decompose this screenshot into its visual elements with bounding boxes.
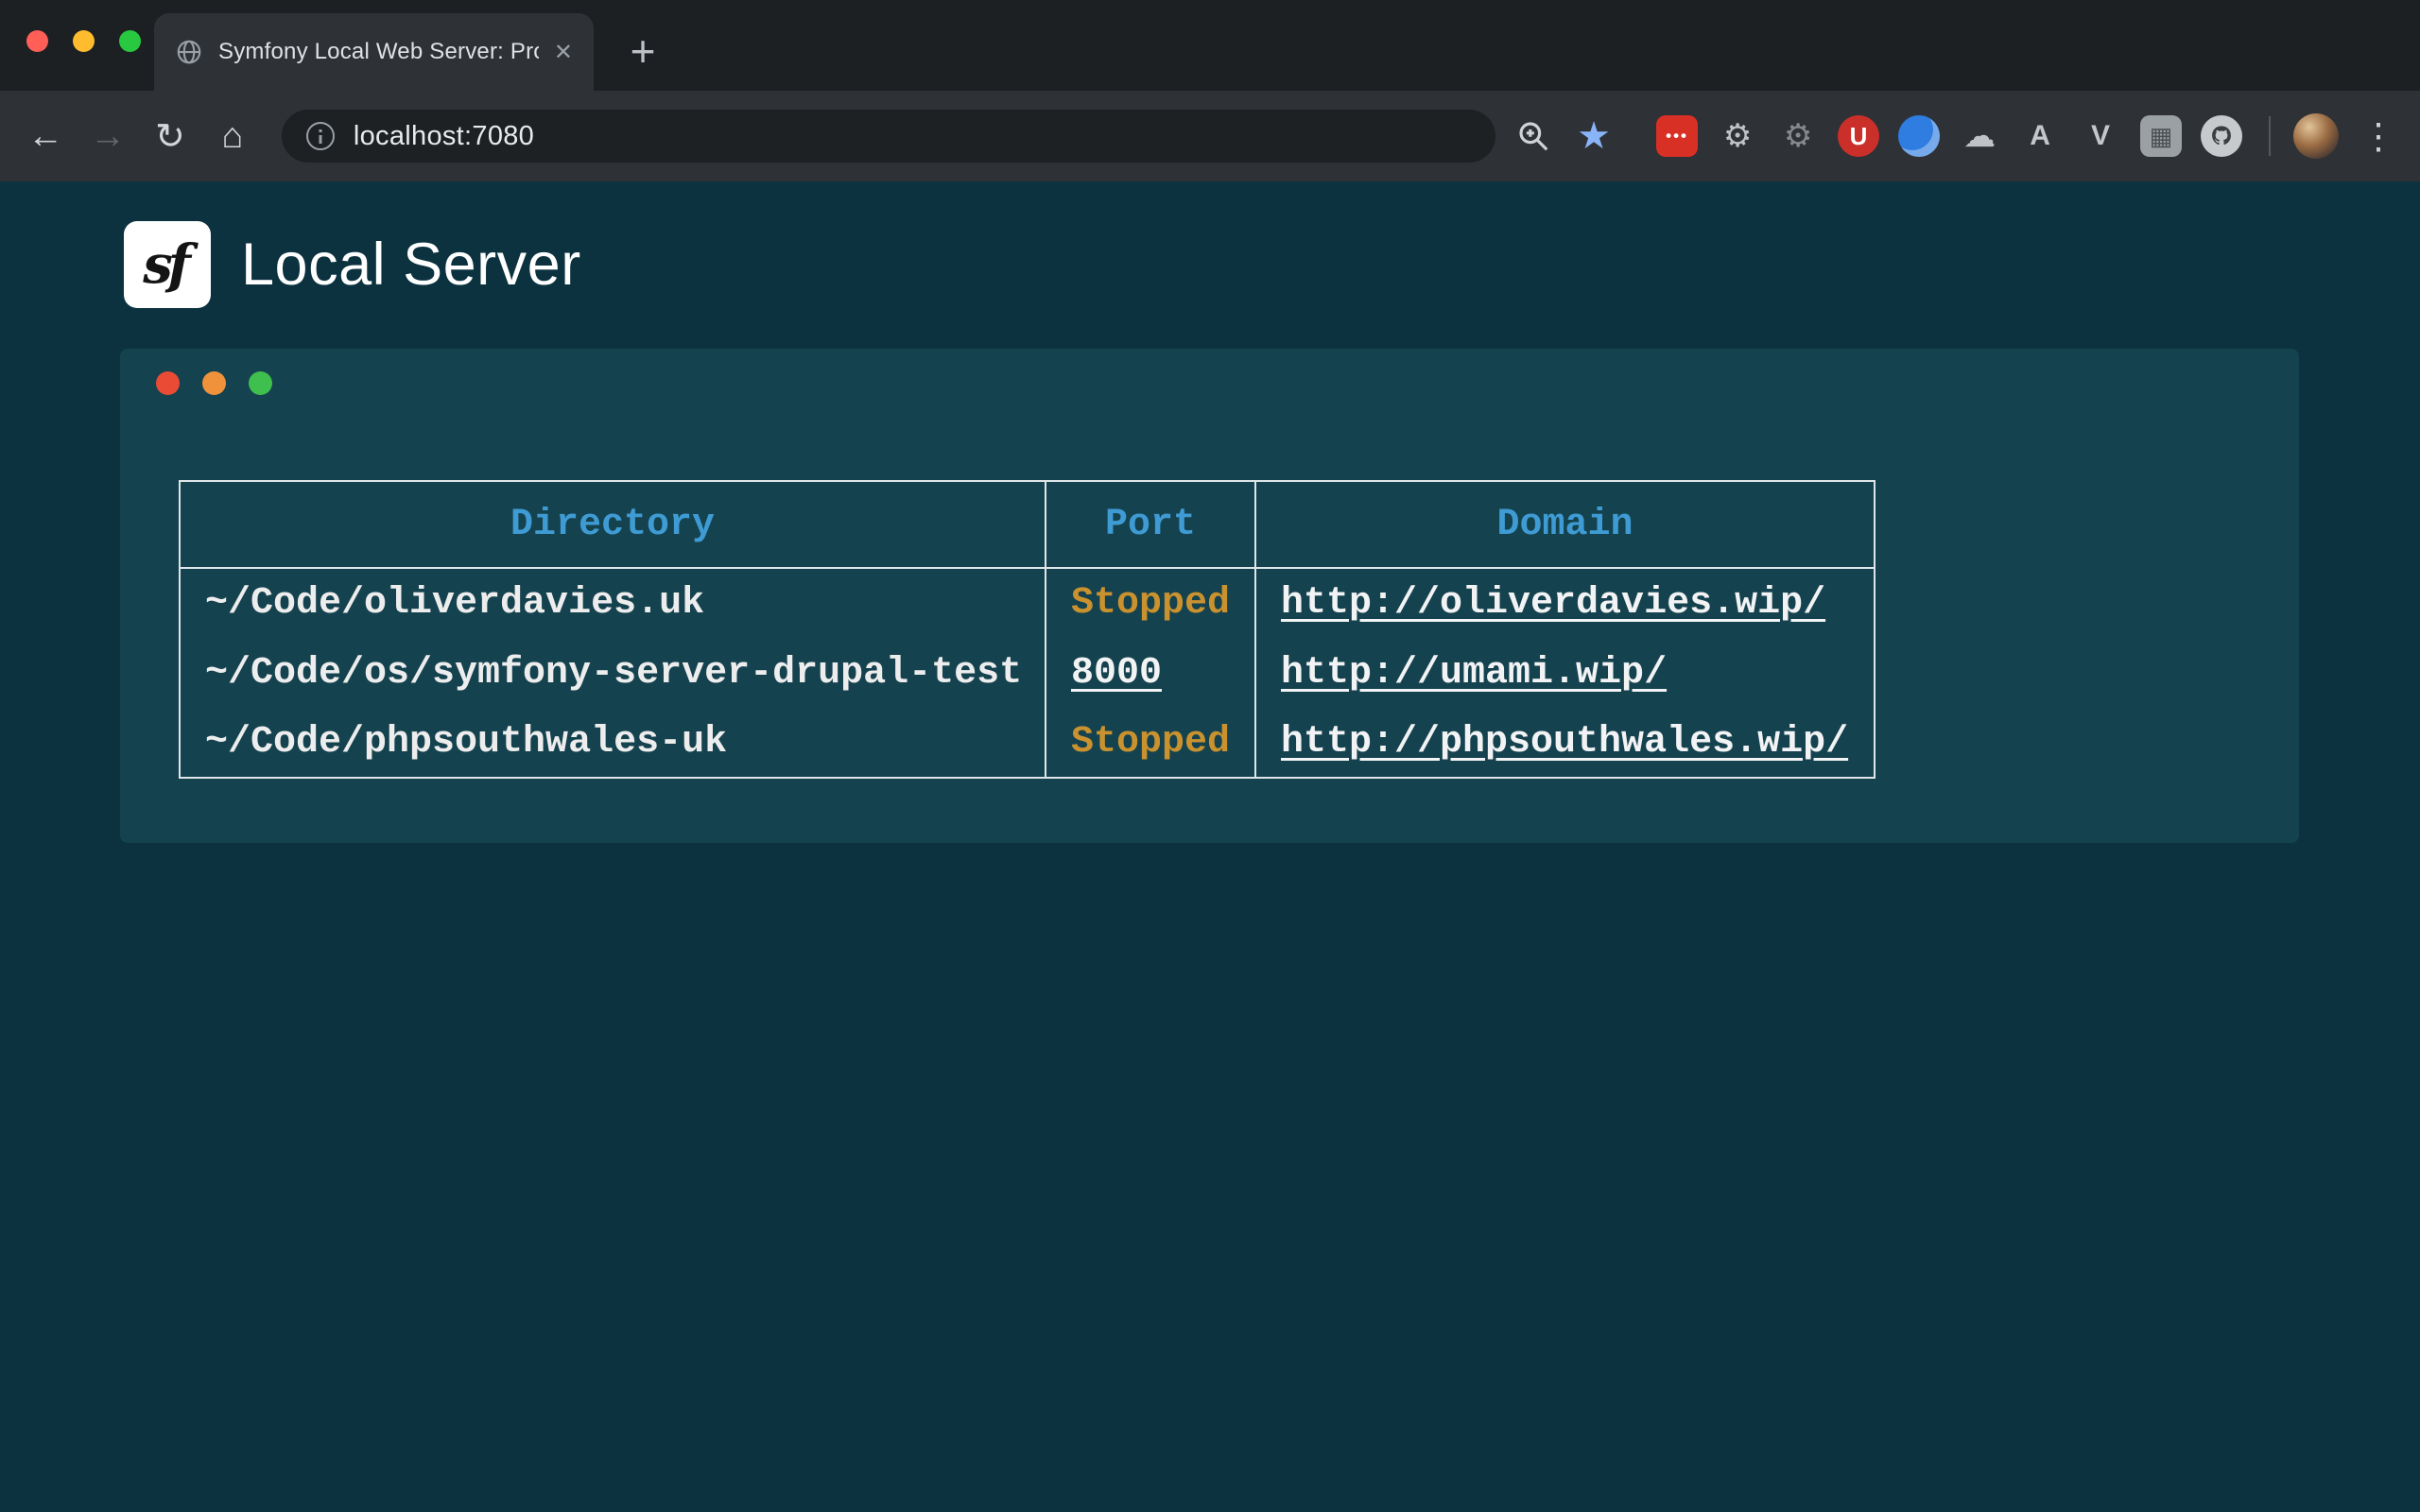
servers-table-wrap: Directory Port Domain ~/Code/oliverdavie… bbox=[179, 480, 1876, 779]
tab-close-icon[interactable]: ✕ bbox=[554, 39, 573, 66]
directory-cell: ~/Code/oliverdavies.uk bbox=[180, 568, 1046, 638]
directory-cell: ~/Code/phpsouthwales-uk bbox=[180, 708, 1046, 778]
gear-dark-extension-icon[interactable]: ⚙ bbox=[1777, 115, 1819, 157]
port-column-header: Port bbox=[1046, 481, 1255, 568]
page-title: Local Server bbox=[241, 231, 581, 299]
browser-menu-icon[interactable]: ⋮ bbox=[2360, 115, 2397, 158]
directory-column-header: Directory bbox=[180, 481, 1046, 568]
ublock-extension-icon[interactable]: U bbox=[1838, 115, 1879, 157]
address-bar[interactable]: localhost:7080 bbox=[282, 110, 1495, 163]
symfony-proxy-page: sf Local Server Directory Port Domain bbox=[0, 181, 2420, 1512]
domain-column-header: Domain bbox=[1255, 481, 1875, 568]
symfony-logo: sf bbox=[124, 221, 211, 308]
panel-window-dots bbox=[156, 371, 272, 395]
globe-favicon-icon bbox=[175, 38, 203, 66]
table-row: ~/Code/os/symfony-server-drupal-test 800… bbox=[180, 638, 1875, 708]
home-icon[interactable]: ⌂ bbox=[206, 110, 259, 163]
browser-toolbar: ← → ↻ ⌂ localhost:7080 ★ ••• ⚙ ⚙ U ☁ A V… bbox=[0, 91, 2420, 181]
site-info-icon[interactable] bbox=[306, 122, 335, 150]
grid-badge-extension-icon[interactable]: ▦ bbox=[2140, 115, 2182, 157]
domain-link[interactable]: http://oliverdavies.wip/ bbox=[1281, 582, 1825, 625]
cloud-extension-icon[interactable]: ☁ bbox=[1959, 115, 2000, 157]
blue-circle-extension-icon[interactable] bbox=[1898, 115, 1940, 157]
profile-avatar[interactable] bbox=[2293, 113, 2339, 159]
table-row: ~/Code/oliverdavies.uk Stopped http://ol… bbox=[180, 568, 1875, 638]
server-panel: Directory Port Domain ~/Code/oliverdavie… bbox=[120, 349, 2299, 843]
window-zoom-button[interactable] bbox=[119, 30, 141, 52]
new-tab-button[interactable]: + bbox=[614, 23, 671, 79]
octocat-extension-icon[interactable] bbox=[2201, 115, 2242, 157]
panel-orange-dot bbox=[202, 371, 226, 395]
zoom-icon[interactable] bbox=[1511, 113, 1556, 159]
bookmark-star-icon[interactable]: ★ bbox=[1571, 113, 1616, 159]
red-dots-extension-icon[interactable]: ••• bbox=[1656, 115, 1698, 157]
gear-light-extension-icon[interactable]: ⚙ bbox=[1717, 115, 1758, 157]
panel-green-dot bbox=[249, 371, 272, 395]
reload-icon[interactable]: ↻ bbox=[144, 110, 197, 163]
port-link[interactable]: 8000 bbox=[1071, 652, 1162, 695]
url-text[interactable]: localhost:7080 bbox=[354, 121, 534, 152]
domain-link[interactable]: http://umami.wip/ bbox=[1281, 652, 1667, 695]
forward-icon[interactable]: → bbox=[81, 110, 134, 163]
traffic-lights bbox=[26, 30, 141, 52]
toolbar-separator bbox=[2269, 116, 2271, 156]
domain-link[interactable]: http://phpsouthwales.wip/ bbox=[1281, 721, 1848, 764]
letter-a-extension-icon[interactable]: A bbox=[2019, 115, 2061, 157]
tab-strip: Symfony Local Web Server: Prox ✕ + bbox=[0, 0, 2420, 91]
browser-tab[interactable]: Symfony Local Web Server: Prox ✕ bbox=[154, 13, 594, 91]
table-row: ~/Code/phpsouthwales-uk Stopped http://p… bbox=[180, 708, 1875, 778]
port-status: Stopped bbox=[1071, 721, 1230, 764]
window-minimize-button[interactable] bbox=[73, 30, 95, 52]
window-close-button[interactable] bbox=[26, 30, 48, 52]
back-icon[interactable]: ← bbox=[19, 110, 72, 163]
port-status: Stopped bbox=[1071, 582, 1230, 625]
panel-red-dot bbox=[156, 371, 180, 395]
table-header-row: Directory Port Domain bbox=[180, 481, 1875, 568]
directory-cell: ~/Code/os/symfony-server-drupal-test bbox=[180, 638, 1046, 708]
letter-v-extension-icon[interactable]: V bbox=[2080, 115, 2121, 157]
brand-header: sf Local Server bbox=[124, 221, 581, 308]
extensions-area: ••• ⚙ ⚙ U ☁ A V ▦ bbox=[1656, 115, 2242, 157]
servers-table: Directory Port Domain ~/Code/oliverdavie… bbox=[179, 480, 1876, 779]
tab-title: Symfony Local Web Server: Prox bbox=[218, 39, 539, 65]
